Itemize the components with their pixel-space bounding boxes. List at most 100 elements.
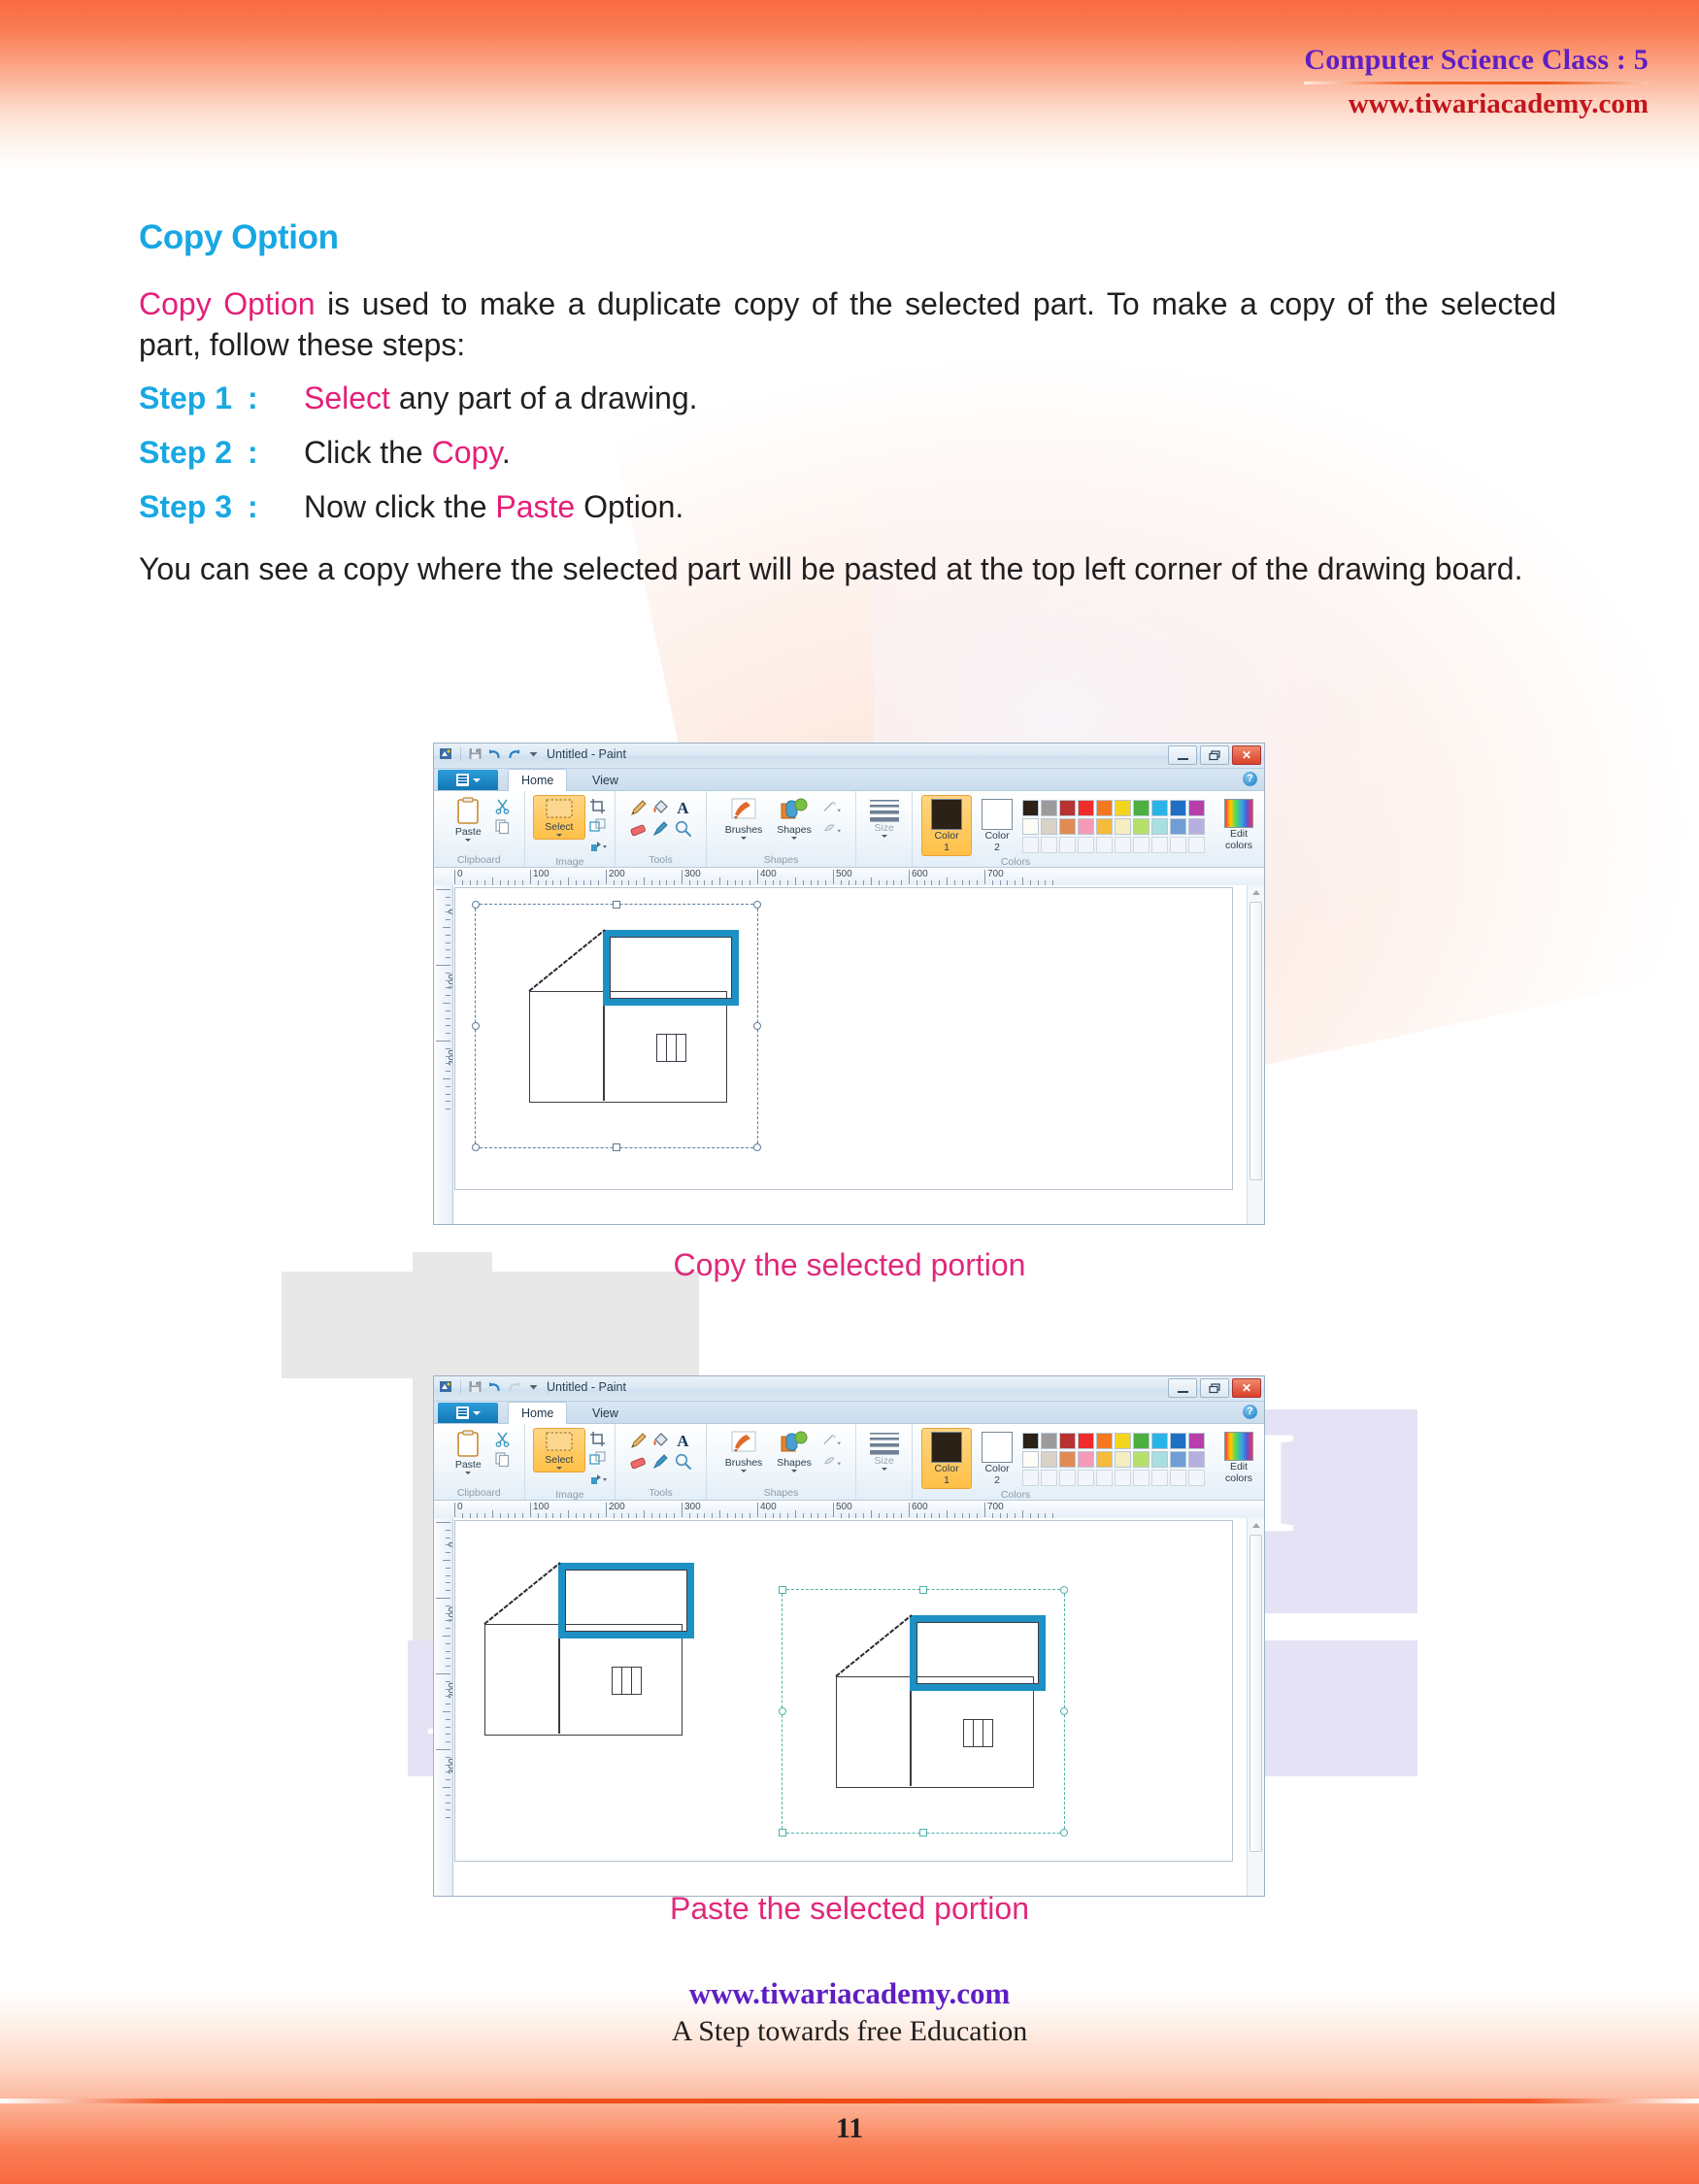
chevron-down-icon[interactable] (881, 835, 887, 839)
restore-icon[interactable] (1200, 745, 1229, 765)
selection-handle-s[interactable] (613, 1143, 620, 1151)
quick-access-toolbar[interactable] (439, 1379, 550, 1394)
close-icon[interactable]: ✕ (1232, 1378, 1261, 1398)
color-swatch[interactable] (1115, 1451, 1132, 1468)
outline-icon[interactable] (822, 1431, 842, 1449)
minimize-icon[interactable] (1168, 1378, 1197, 1398)
vertical-scrollbar[interactable] (1247, 885, 1264, 1224)
color-swatch[interactable] (1078, 800, 1095, 816)
paste-handle-s[interactable] (919, 1829, 927, 1837)
chevron-down-icon[interactable] (555, 1467, 562, 1471)
selection-handle-se[interactable] (753, 1143, 761, 1151)
magnifier-icon[interactable] (674, 819, 692, 838)
color-swatch-empty[interactable] (1078, 1470, 1095, 1486)
color-swatch[interactable] (1022, 1433, 1040, 1449)
color-swatch[interactable] (1170, 1433, 1187, 1449)
color-swatch[interactable] (1059, 1451, 1077, 1468)
drawing-canvas[interactable] (454, 1520, 1233, 1862)
color-swatch[interactable] (1188, 800, 1206, 816)
selection-marquee[interactable] (475, 904, 758, 1148)
color2-button[interactable]: Color 2 (978, 795, 1016, 853)
window-controls[interactable]: ✕ (1168, 745, 1261, 765)
tab-home[interactable]: Home (508, 1402, 568, 1424)
resize-icon[interactable] (588, 1450, 607, 1469)
selection-handle-e[interactable] (753, 1022, 761, 1030)
selection-handle-w[interactable] (472, 1022, 480, 1030)
color-swatch-empty[interactable] (1170, 837, 1187, 853)
color-palette[interactable] (1022, 1433, 1206, 1486)
chevron-down-icon[interactable] (465, 1472, 472, 1475)
color-swatch[interactable] (1115, 800, 1132, 816)
color-swatch[interactable] (1133, 1433, 1150, 1449)
color-swatch[interactable] (1151, 818, 1169, 835)
color-swatch-empty[interactable] (1078, 837, 1095, 853)
color-palette[interactable] (1022, 800, 1206, 853)
color-swatch[interactable] (1151, 1451, 1169, 1468)
edit-colors-button[interactable]: Edit colors (1218, 1428, 1259, 1484)
color1-button[interactable]: Color 1 (921, 1428, 973, 1490)
chevron-down-icon[interactable] (791, 1470, 798, 1473)
color-swatch[interactable] (1188, 818, 1206, 835)
select-button[interactable]: Select (532, 1428, 585, 1473)
help-icon[interactable]: ? (1243, 772, 1257, 786)
paste-handle-e[interactable] (1060, 1707, 1068, 1715)
color-swatch-empty[interactable] (1041, 837, 1058, 853)
canvas-area[interactable]: 0100200300 (434, 1518, 1264, 1896)
paint-app-icon[interactable] (439, 746, 453, 761)
ribbon[interactable]: Paste Clipboard Select Image A Tools Bru… (434, 791, 1264, 868)
ribbon-tab-bar[interactable]: Home View ? (434, 1402, 1264, 1424)
tab-view[interactable]: View (580, 1403, 631, 1423)
color-swatch[interactable] (1096, 818, 1114, 835)
eyedropper-icon[interactable] (651, 819, 670, 838)
paste-selection-marquee[interactable] (782, 1589, 1065, 1834)
restore-icon[interactable] (1200, 1378, 1229, 1398)
chevron-down-icon[interactable] (465, 839, 472, 843)
size-button[interactable]: Size (862, 1428, 907, 1472)
outline-icon[interactable] (822, 798, 842, 816)
vertical-scrollbar[interactable] (1247, 1518, 1264, 1896)
customize-dropdown-icon[interactable] (526, 1379, 541, 1394)
eraser-icon[interactable] (629, 819, 648, 838)
color-swatch[interactable] (1022, 1451, 1040, 1468)
color2-button[interactable]: Color 2 (978, 1428, 1016, 1486)
color-swatch[interactable] (1022, 818, 1040, 835)
copy-icon[interactable] (493, 817, 512, 836)
color-swatch[interactable] (1041, 800, 1058, 816)
paste-button[interactable]: Paste (446, 795, 490, 843)
footer-url[interactable]: www.tiwariacademy.com (0, 1976, 1699, 2011)
color-swatch[interactable] (1188, 1451, 1206, 1468)
color-swatch[interactable] (1133, 800, 1150, 816)
selection-handle-nw[interactable] (472, 901, 480, 909)
brushes-button[interactable]: Brushes (721, 795, 766, 841)
paint-window-paste[interactable]: Untitled - Paint ✕ Home View ? Paste Cli… (434, 1376, 1264, 1896)
crop-icon[interactable] (588, 1430, 607, 1448)
cut-icon[interactable] (493, 1430, 512, 1448)
pencil-icon[interactable] (629, 799, 648, 817)
crop-icon[interactable] (588, 797, 607, 815)
color-swatch[interactable] (1059, 800, 1077, 816)
color-swatch[interactable] (1096, 800, 1114, 816)
paint-window-copy[interactable]: Untitled - Paint ✕ Home View ? Paste Cli… (434, 744, 1264, 1224)
color-swatch[interactable] (1078, 818, 1095, 835)
redo-icon[interactable] (507, 746, 521, 761)
scrollbar-thumb[interactable] (1249, 902, 1262, 1180)
help-icon[interactable]: ? (1243, 1405, 1257, 1419)
file-menu-button[interactable] (438, 1403, 498, 1423)
chevron-down-icon[interactable] (555, 834, 562, 838)
color-swatch[interactable] (1170, 800, 1187, 816)
paint-bucket-icon[interactable] (651, 799, 670, 817)
color-swatch-empty[interactable] (1133, 1470, 1150, 1486)
scroll-up-arrow[interactable] (1248, 1518, 1264, 1533)
scrollbar-thumb[interactable] (1249, 1535, 1262, 1852)
eraser-icon[interactable] (629, 1452, 648, 1471)
color-swatch-empty[interactable] (1041, 1470, 1058, 1486)
color-swatch[interactable] (1115, 1433, 1132, 1449)
tab-home[interactable]: Home (508, 769, 568, 791)
pencil-icon[interactable] (629, 1432, 648, 1450)
color1-button[interactable]: Color 1 (921, 795, 973, 857)
color-swatch[interactable] (1188, 1433, 1206, 1449)
chevron-down-icon[interactable] (741, 837, 748, 841)
canvas-area[interactable]: 0100200 (434, 885, 1264, 1224)
paste-handle-ne[interactable] (1060, 1586, 1068, 1594)
color-swatch[interactable] (1096, 1451, 1114, 1468)
